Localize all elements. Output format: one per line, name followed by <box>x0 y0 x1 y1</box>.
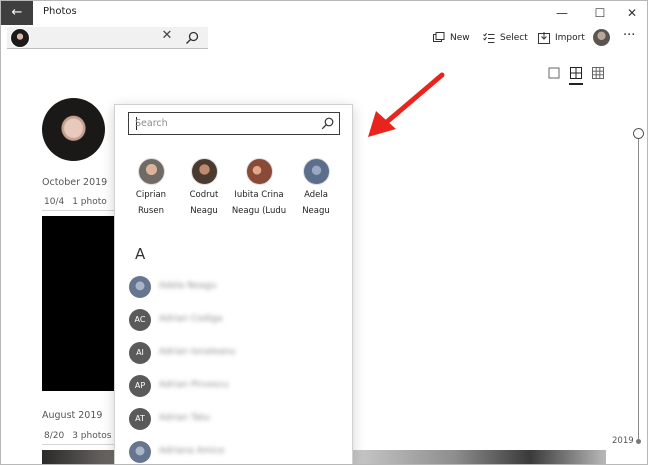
photo-thumbnail[interactable] <box>42 450 114 464</box>
date-label: 8/20 <box>44 431 65 441</box>
alphabet-group-header: A <box>135 245 146 263</box>
new-label: New <box>450 33 470 43</box>
back-button[interactable]: ← <box>1 1 33 25</box>
contact-list-item[interactable]: Adriana Amice <box>129 441 344 464</box>
person-name-line1: Adela <box>304 190 328 200</box>
person-name-line1: Ciprian <box>135 190 167 200</box>
contact-name: Adrian Pirvescu <box>159 380 229 390</box>
photo-thumbnail[interactable] <box>353 450 606 464</box>
back-arrow-icon: ← <box>11 5 23 20</box>
app-title: Photos <box>43 6 77 17</box>
active-view-indicator <box>569 83 583 85</box>
contact-name: Adriana Amice <box>159 446 225 456</box>
close-button[interactable]: ✕ <box>615 1 647 25</box>
person-profile-photo[interactable] <box>42 98 105 161</box>
photo-count: 1 photo <box>72 197 107 207</box>
people-search-box[interactable] <box>128 112 340 135</box>
contact-name: Adela Neagu <box>159 281 217 291</box>
timeline-scrubber-track[interactable] <box>638 136 639 441</box>
photos-window: ← Photos — ☐ ✕ ✕ New Select Import ··· O… <box>0 0 648 465</box>
timeline-year-label: 2019 <box>612 436 634 446</box>
search-icon[interactable] <box>321 117 334 130</box>
date-label: 10/4 <box>44 197 65 207</box>
large-view-icon[interactable] <box>547 66 561 80</box>
date-subheader: 10/4 1 photo <box>44 197 107 207</box>
suggested-person[interactable]: Ciprian Rusen <box>123 158 179 217</box>
new-icon <box>433 32 445 42</box>
search-icon[interactable] <box>185 31 199 45</box>
person-name-line2: Rusen <box>138 206 164 216</box>
person-name-line2: Neagu (Ludu <box>231 206 287 216</box>
person-name-line2: Neagu <box>190 206 218 216</box>
person-avatar <box>190 158 218 185</box>
people-search-input[interactable] <box>135 116 315 131</box>
contact-list-item[interactable]: Adela Neagu <box>129 276 344 300</box>
photo-thumbnail[interactable] <box>42 216 115 391</box>
account-avatar[interactable] <box>593 29 610 46</box>
date-subheader: 8/20 3 photos <box>44 431 111 441</box>
person-avatar <box>302 158 330 185</box>
import-label: Import <box>555 33 585 43</box>
people-search-panel: Ciprian Rusen Codrut Neagu Iubita Crina … <box>114 104 353 464</box>
select-label: Select <box>500 33 528 43</box>
new-button[interactable]: New <box>433 30 470 46</box>
section-divider <box>42 210 114 211</box>
person-name-line1: Iubita Crina <box>234 190 284 200</box>
clear-search-icon[interactable]: ✕ <box>157 28 177 43</box>
month-header: August 2019 <box>42 410 103 421</box>
selected-person-chip[interactable] <box>10 28 30 48</box>
photo-count: 3 photos <box>72 431 112 441</box>
contact-list-item[interactable]: AI Adrian Ionaleanu <box>129 342 344 366</box>
more-options-icon[interactable]: ··· <box>623 28 635 43</box>
maximize-button[interactable]: ☐ <box>583 1 617 25</box>
person-name-line2: Neagu <box>302 206 330 216</box>
select-icon <box>483 32 495 43</box>
person-avatar <box>245 158 273 185</box>
contact-list-item[interactable]: AP Adrian Pirvescu <box>129 375 344 399</box>
contact-avatar: AP <box>129 375 151 397</box>
suggested-person[interactable]: Adela Neagu <box>286 158 346 217</box>
contact-avatar <box>129 276 151 298</box>
contact-list-item[interactable]: AC Adrian Codiga <box>129 309 344 333</box>
import-button[interactable]: Import <box>538 30 585 46</box>
person-avatar <box>137 158 165 185</box>
timeline-scrubber-handle[interactable] <box>633 128 644 139</box>
contact-avatar: AT <box>129 408 151 430</box>
select-button[interactable]: Select <box>483 30 528 46</box>
medium-view-icon[interactable] <box>569 66 583 80</box>
main-search-box[interactable]: ✕ <box>7 27 208 49</box>
minimize-button[interactable]: — <box>545 1 579 25</box>
month-header: October 2019 <box>42 177 108 188</box>
suggested-person[interactable]: Iubita Crina Neagu (Ludu <box>231 158 287 217</box>
import-icon <box>538 32 550 44</box>
section-divider <box>42 444 114 445</box>
contact-avatar: AC <box>129 309 151 331</box>
contact-name: Adrian Tatu <box>159 413 210 423</box>
timeline-marker <box>636 439 641 444</box>
contact-name: Adrian Codiga <box>159 314 223 324</box>
contact-name: Adrian Ionaleanu <box>159 347 236 357</box>
suggested-people-row: Ciprian Rusen Codrut Neagu Iubita Crina … <box>129 158 352 218</box>
red-arrow-icon <box>368 72 445 137</box>
contact-list-item[interactable]: AT Adrian Tatu <box>129 408 344 432</box>
title-bar: ← Photos — ☐ ✕ <box>1 1 647 25</box>
person-name-line1: Codrut <box>189 190 219 200</box>
contact-avatar <box>129 441 151 463</box>
suggested-person[interactable]: Codrut Neagu <box>176 158 232 217</box>
contact-avatar: AI <box>129 342 151 364</box>
small-view-icon[interactable] <box>591 66 605 80</box>
